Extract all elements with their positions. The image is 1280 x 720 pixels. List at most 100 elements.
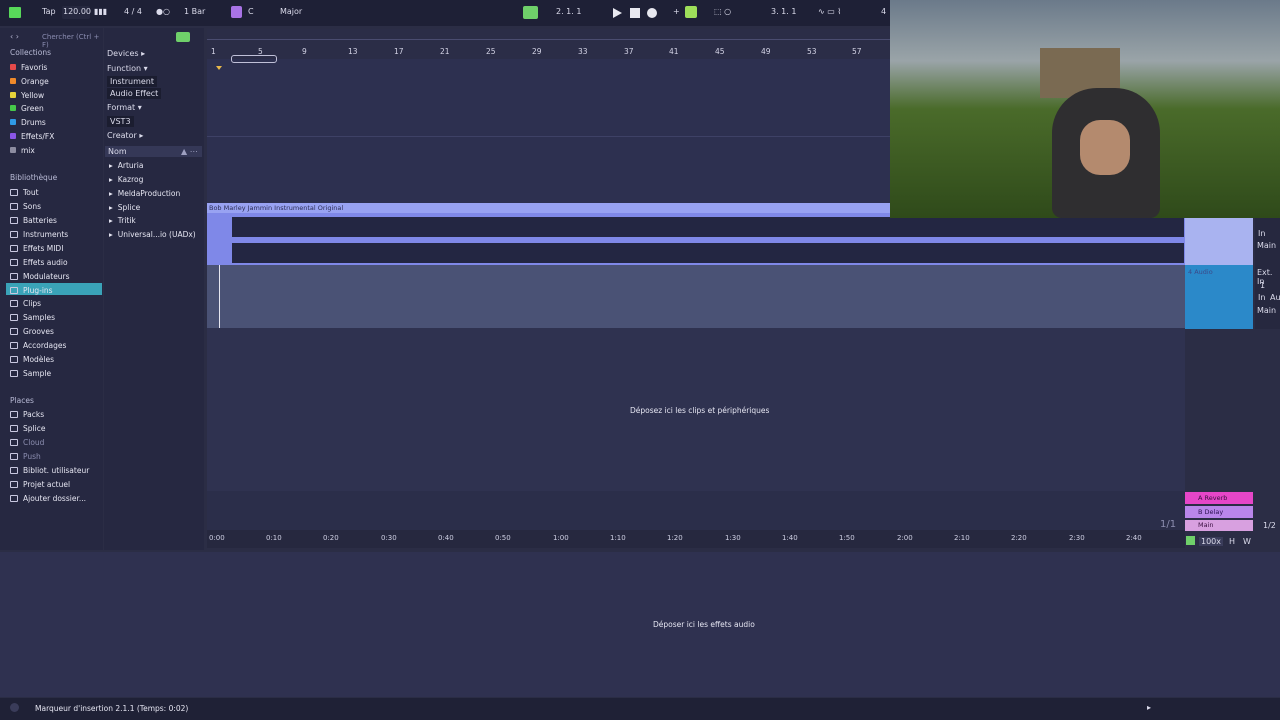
add-icon[interactable]: +: [673, 7, 680, 16]
collection-favoris[interactable]: Favoris: [10, 61, 47, 73]
expand-icon[interactable]: ▸: [109, 189, 113, 198]
metronome-icon[interactable]: ▮▮▮: [94, 7, 107, 16]
expand-icon[interactable]: ▸: [109, 203, 113, 212]
scale-toggle-icon[interactable]: [231, 6, 242, 18]
place-user-library[interactable]: Bibliot. utilisateur: [10, 464, 89, 476]
list-item[interactable]: ▸ MeldaProduction: [109, 187, 180, 199]
filter-tag-vst3[interactable]: VST3: [107, 116, 134, 127]
output-main[interactable]: Main: [1257, 241, 1276, 250]
return-a-reverb[interactable]: A Reverb: [1185, 492, 1253, 504]
list-item[interactable]: ▸ Arturia: [109, 159, 143, 171]
filter-tag-instrument[interactable]: Instrument: [107, 76, 158, 87]
filter-tag-audio-effect[interactable]: Audio Effect: [107, 88, 162, 99]
library-item-samples[interactable]: Samples: [10, 311, 55, 323]
track-header-clip[interactable]: [1185, 218, 1253, 265]
metronome-toggle-icon[interactable]: ●○: [156, 7, 170, 16]
monitor-in[interactable]: In: [1258, 229, 1265, 238]
collection-green[interactable]: Green: [10, 102, 44, 114]
loop-brace[interactable]: [231, 55, 277, 63]
collection-orange[interactable]: Orange: [10, 75, 49, 87]
capture-icon[interactable]: ⬚ ○: [714, 7, 731, 16]
filter-function[interactable]: Function ▾: [107, 64, 148, 73]
track-name[interactable]: 4 Audio: [1188, 268, 1213, 276]
place-splice[interactable]: Splice: [10, 422, 45, 434]
library-item-tout[interactable]: Tout: [10, 186, 39, 198]
monitor-auto[interactable]: Au: [1270, 293, 1280, 302]
place-add-folder[interactable]: Ajouter dossier...: [10, 492, 86, 504]
expand-detail-icon[interactable]: ▸: [1147, 703, 1151, 712]
library-item-effets-midi[interactable]: Effets MIDI: [10, 242, 63, 254]
loop-length-field[interactable]: 4: [881, 7, 886, 16]
return-b-delay[interactable]: B Delay: [1185, 506, 1253, 518]
place-push[interactable]: Push: [10, 450, 41, 462]
tempo-field[interactable]: 120.00: [63, 7, 91, 16]
collection-effets[interactable]: Effets/FX: [10, 130, 54, 142]
collection-drums[interactable]: Drums: [10, 116, 46, 128]
library-item-batteries[interactable]: Batteries: [10, 214, 57, 226]
library-item-instruments[interactable]: Instruments: [10, 228, 68, 240]
master-track[interactable]: Main: [1185, 520, 1253, 531]
quantization-select[interactable]: 1 Bar: [184, 7, 205, 16]
back-icon[interactable]: ‹ ›: [10, 32, 19, 41]
collection-yellow[interactable]: Yellow: [10, 89, 44, 101]
filter-format[interactable]: Format ▾: [107, 103, 142, 112]
search-input[interactable]: Chercher (Ctrl + F): [42, 33, 103, 49]
sort-icon[interactable]: ▲ ⋯: [181, 147, 198, 156]
device-view[interactable]: [0, 552, 1280, 697]
folder-icon: [10, 480, 18, 488]
filter-creator[interactable]: Creator ▸: [107, 131, 143, 140]
list-item[interactable]: ▸ Splice: [109, 201, 140, 213]
place-cloud[interactable]: Cloud: [10, 436, 44, 448]
record-icon[interactable]: [647, 8, 657, 18]
library-item-plugins[interactable]: Plug-ins: [10, 284, 53, 296]
library-item-clips[interactable]: Clips: [10, 297, 41, 309]
list-item[interactable]: ▸ Tritik: [109, 214, 136, 226]
expand-icon[interactable]: ▸: [109, 175, 113, 184]
overview-toggle-icon[interactable]: [1186, 536, 1195, 545]
list-item[interactable]: ▸ Universal...io (UADx): [109, 228, 196, 240]
bar-number: 13: [348, 47, 358, 56]
list-item-label: Universal...io (UADx): [117, 229, 196, 239]
time-ruler[interactable]: [207, 530, 1185, 548]
list-item[interactable]: ▸ Kazrog: [109, 173, 143, 185]
follow-icon[interactable]: [523, 6, 538, 19]
song-position-field[interactable]: 2. 1. 1: [556, 7, 581, 16]
expand-icon[interactable]: ▸: [109, 216, 113, 225]
library-item-sons[interactable]: Sons: [10, 200, 41, 212]
library-item-modulateurs[interactable]: Modulateurs: [10, 270, 70, 282]
browser-toggle-icon[interactable]: [9, 7, 21, 18]
monitor-in[interactable]: In: [1258, 293, 1265, 302]
track-lane[interactable]: [207, 265, 1185, 328]
place-packs[interactable]: Packs: [10, 408, 44, 420]
audio-track-header[interactable]: 4 Audio: [1185, 265, 1253, 329]
output-main[interactable]: Main: [1257, 306, 1276, 315]
loop-start-field[interactable]: 3. 1. 1: [771, 7, 796, 16]
scale-select[interactable]: Major: [280, 7, 302, 16]
tap-button[interactable]: Tap: [42, 7, 56, 16]
expand-icon[interactable]: ▸: [109, 161, 113, 170]
draw-mode-icon[interactable]: ∿ ▭ ⌇: [818, 7, 841, 16]
clip-header[interactable]: Bob Marley Jammin Instrumental Original: [207, 203, 890, 213]
place-current-project[interactable]: Projet actuel: [10, 478, 70, 490]
zoom-field[interactable]: 100x: [1199, 537, 1224, 546]
library-item-grooves[interactable]: Grooves: [10, 325, 54, 337]
library-item-effets-audio[interactable]: Effets audio: [10, 256, 68, 268]
automation-arm-icon[interactable]: [685, 6, 697, 18]
expand-icon[interactable]: ▸: [109, 230, 113, 239]
list-header[interactable]: Nom ▲ ⋯: [105, 146, 202, 157]
w-button[interactable]: W: [1243, 537, 1251, 546]
splice-icon: [10, 424, 18, 432]
scrub-area[interactable]: [207, 32, 890, 40]
h-button[interactable]: H: [1229, 537, 1235, 546]
input-channel[interactable]: 1: [1260, 281, 1265, 290]
library-item-modeles[interactable]: Modèles: [10, 353, 54, 365]
filter-toggle-icon[interactable]: [176, 32, 190, 42]
stop-icon[interactable]: [630, 8, 640, 18]
library-item-sample[interactable]: Sample: [10, 367, 51, 379]
time-signature-field[interactable]: 4 / 4: [124, 7, 142, 16]
library-item-accordages[interactable]: Accordages: [10, 339, 66, 351]
collection-mix[interactable]: mix: [10, 144, 35, 156]
filter-devices[interactable]: Devices ▸: [107, 49, 145, 58]
key-select[interactable]: C: [248, 7, 254, 16]
play-icon[interactable]: [613, 8, 622, 18]
